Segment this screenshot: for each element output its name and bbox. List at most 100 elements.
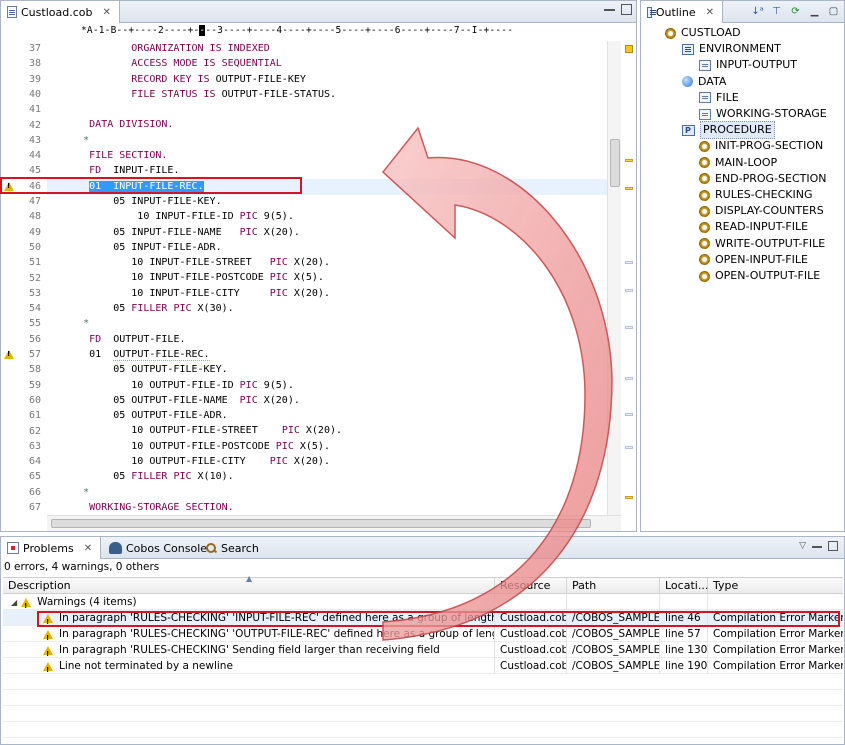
overview-occurrence-marker[interactable] — [625, 377, 633, 380]
code-line[interactable]: 10 OUTPUT-FILE-CITY PIC X(20). — [47, 454, 607, 469]
hierarchy-icon[interactable]: ⊤ — [770, 5, 783, 18]
code-line[interactable]: 10 INPUT-FILE-CITY PIC X(20). — [47, 286, 607, 301]
column-resource[interactable]: Resource — [495, 578, 567, 595]
minimize-icon[interactable]: ▁ — [808, 5, 821, 18]
tab-problems[interactable]: Problems ✕ — [1, 537, 101, 559]
minimize-icon[interactable] — [812, 541, 822, 548]
code-line[interactable]: 10 INPUT-FILE-POSTCODE PIC X(5). — [47, 270, 607, 285]
code-line[interactable]: * — [47, 133, 607, 148]
overview-occurrence-marker[interactable] — [625, 261, 633, 264]
outline-node[interactable]: OPEN-OUTPUT-FILE — [699, 268, 820, 284]
code-text-area[interactable]: ORGANIZATION IS INDEXED ACCESS MODE IS S… — [47, 41, 607, 515]
code-text: 05 INPUT-FILE-ADR. — [47, 241, 222, 253]
code-line[interactable]: * — [47, 316, 607, 331]
code-line[interactable]: ORGANIZATION IS INDEXED — [47, 41, 607, 56]
column-location[interactable]: Locati... — [660, 578, 708, 595]
horizontal-scrollbar[interactable] — [47, 515, 621, 531]
warnings-group-row[interactable]: ◢ Warnings (4 items) — [3, 594, 843, 610]
code-line[interactable]: FD OUTPUT-FILE. — [47, 332, 607, 347]
maximize-icon[interactable]: ▢ — [827, 5, 840, 18]
outline-node[interactable]: OPEN-INPUT-FILE — [699, 252, 808, 268]
tab-search[interactable]: Search — [199, 537, 265, 559]
close-icon[interactable]: ✕ — [102, 7, 110, 18]
outline-node[interactable]: WORKING-STORAGE — [699, 106, 827, 122]
empty-cell — [495, 594, 567, 610]
overview-occurrence-marker[interactable] — [625, 289, 633, 292]
code-line[interactable]: FILE SECTION. — [47, 148, 607, 163]
code-line[interactable]: 05 INPUT-FILE-ADR. — [47, 240, 607, 255]
maximize-icon[interactable] — [828, 541, 838, 551]
outline-node[interactable]: DATA — [682, 74, 726, 90]
outline-node[interactable]: CUSTLOAD — [665, 25, 741, 41]
code-line[interactable]: WORKING-STORAGE SECTION. — [47, 500, 607, 515]
code-text: 9(5). — [257, 379, 294, 391]
code-line[interactable]: 05 FILLER PIC X(30). — [47, 301, 607, 316]
problem-row[interactable]: In paragraph 'RULES-CHECKING' 'OUTPUT-FI… — [3, 626, 843, 642]
close-icon[interactable]: ✕ — [84, 543, 92, 554]
vertical-scrollbar[interactable] — [607, 41, 621, 515]
code-line[interactable]: 01 OUTPUT-FILE-REC. — [47, 347, 607, 362]
outline-node[interactable]: READ-INPUT-FILE — [699, 219, 808, 235]
code-line[interactable] — [47, 102, 607, 117]
outline-node[interactable]: INIT-PROG-SECTION — [699, 138, 823, 154]
code-line[interactable]: 10 OUTPUT-FILE-POSTCODE PIC X(5). — [47, 439, 607, 454]
highlight-box-line-46 — [0, 177, 302, 194]
problem-row[interactable]: In paragraph 'RULES-CHECKING' Sending fi… — [3, 642, 843, 658]
overview-occurrence-marker[interactable] — [625, 446, 633, 449]
refresh-icon[interactable]: ⟳ — [789, 5, 802, 18]
problem-row[interactable]: Line not terminated by a newline Custload… — [3, 658, 843, 674]
code-line[interactable]: 05 OUTPUT-FILE-NAME PIC X(20). — [47, 393, 607, 408]
outline-node[interactable]: END-PROG-SECTION — [699, 171, 827, 187]
outline-tab-bar: Outline ✕ ↓ᵃ ⊤ ⟳ ▁ ▢ — [641, 1, 844, 23]
warning-marker-icon[interactable] — [4, 350, 14, 360]
outline-node[interactable]: DISPLAY-COUNTERS — [699, 203, 824, 219]
column-description[interactable]: Description — [3, 578, 495, 595]
outline-node[interactable]: MAIN-LOOP — [699, 155, 777, 171]
group-cell[interactable]: ◢ Warnings (4 items) — [3, 594, 495, 610]
line-number: 41 — [28, 104, 41, 116]
view-menu-icon[interactable]: ▽ — [799, 541, 806, 551]
cell-description: In paragraph 'RULES-CHECKING' Sending fi… — [3, 642, 495, 658]
code-line[interactable]: 05 OUTPUT-FILE-ADR. — [47, 408, 607, 423]
warning-summary-marker[interactable] — [625, 45, 633, 53]
tab-cobos-console[interactable]: Cobos Console — [103, 537, 213, 559]
maximize-icon[interactable] — [621, 4, 632, 15]
overview-warning-marker[interactable] — [625, 159, 633, 162]
overview-occurrence-marker[interactable] — [625, 413, 633, 416]
code-line[interactable]: 10 INPUT-FILE-ID PIC 9(5). — [47, 209, 607, 224]
editor-tab-custload[interactable]: Custload.cob ✕ — [1, 1, 120, 23]
column-path[interactable]: Path — [567, 578, 660, 595]
code-line[interactable]: 10 INPUT-FILE-STREET PIC X(20). — [47, 255, 607, 270]
outline-node[interactable]: PROCEDURE — [682, 121, 775, 140]
code-line[interactable]: * — [47, 485, 607, 500]
column-type[interactable]: Type — [708, 578, 843, 595]
code-line[interactable]: 05 FILLER PIC X(10). — [47, 469, 607, 484]
horizontal-scrollbar-thumb[interactable] — [51, 519, 591, 528]
overview-warning-marker[interactable] — [625, 496, 633, 499]
collapse-icon[interactable]: ◢ — [11, 595, 17, 610]
code-keyword: FILLER PIC — [131, 471, 192, 483]
outline-node[interactable]: WRITE-OUTPUT-FILE — [699, 236, 825, 252]
code-line[interactable]: 10 OUTPUT-FILE-STREET PIC X(20). — [47, 423, 607, 438]
code-line[interactable]: 05 OUTPUT-FILE-KEY. — [47, 362, 607, 377]
code-line[interactable]: FILE STATUS IS OUTPUT-FILE-STATUS. — [47, 87, 607, 102]
sort-alphabetically-icon[interactable]: ↓ᵃ — [751, 5, 764, 18]
minimize-icon[interactable] — [604, 4, 615, 11]
vertical-scrollbar-thumb[interactable] — [610, 139, 620, 187]
code-line[interactable]: RECORD KEY IS OUTPUT-FILE-KEY — [47, 72, 607, 87]
outline-node-label: WRITE-OUTPUT-FILE — [715, 236, 826, 250]
code-line[interactable]: DATA DIVISION. — [47, 117, 607, 132]
code-line[interactable]: 05 INPUT-FILE-KEY. — [47, 194, 607, 209]
outline-tab[interactable]: Outline ✕ — [641, 1, 723, 23]
close-icon[interactable]: ✕ — [706, 7, 714, 18]
outline-node[interactable]: INPUT-OUTPUT — [699, 57, 797, 73]
overview-ruler[interactable] — [621, 41, 636, 515]
outline-node[interactable]: ENVIRONMENT — [682, 41, 781, 57]
outline-node[interactable]: RULES-CHECKING — [699, 187, 813, 203]
overview-occurrence-marker[interactable] — [625, 326, 633, 329]
outline-node[interactable]: FILE — [699, 90, 739, 106]
overview-warning-marker[interactable] — [625, 187, 633, 190]
code-line[interactable]: 10 OUTPUT-FILE-ID PIC 9(5). — [47, 378, 607, 393]
code-line[interactable]: 05 INPUT-FILE-NAME PIC X(20). — [47, 225, 607, 240]
code-line[interactable]: ACCESS MODE IS SEQUENTIAL — [47, 56, 607, 71]
